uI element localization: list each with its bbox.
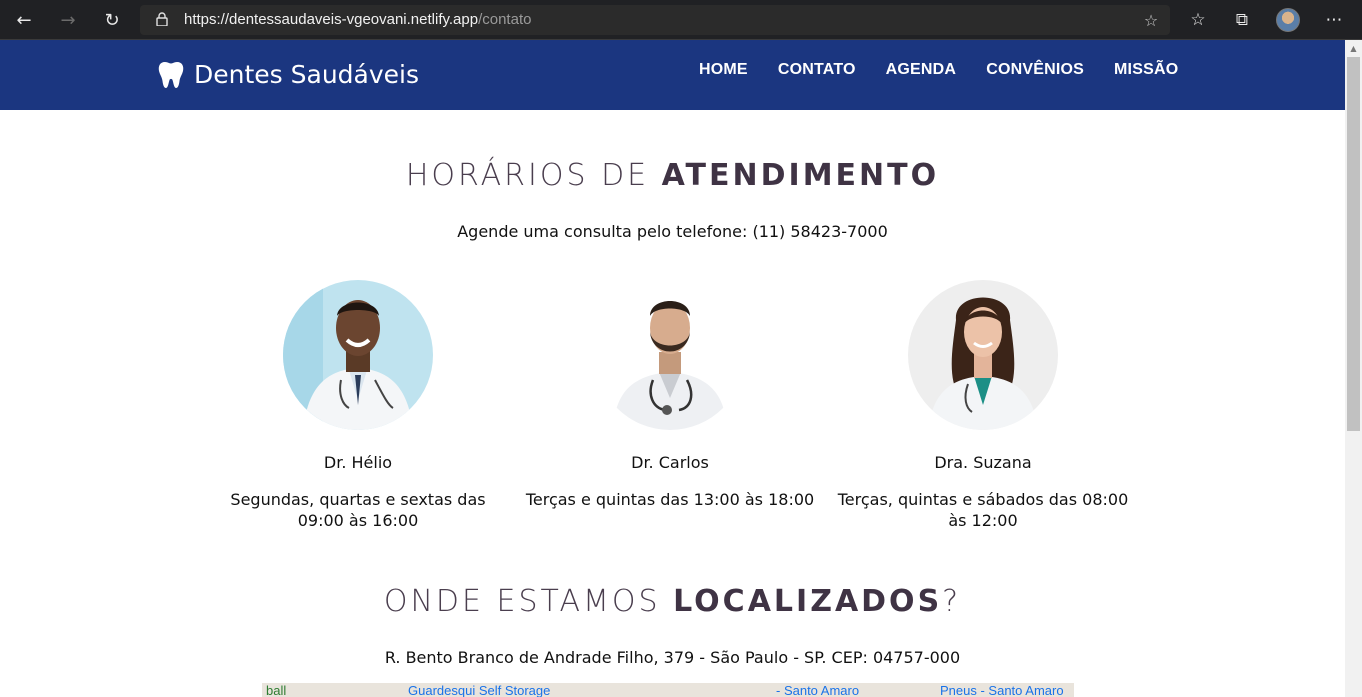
map-label: Guardesqui Self Storage	[408, 683, 551, 697]
site-header: Dentes Saudáveis HOME CONTATO AGENDA CON…	[0, 40, 1345, 110]
profile-avatar[interactable]	[1276, 8, 1300, 32]
location-title: ONDE ESTAMOS LOCALIZADOS?	[383, 584, 962, 619]
favorites-icon[interactable]: ☆	[1186, 8, 1210, 32]
web-page: Dentes Saudáveis HOME CONTATO AGENDA CON…	[0, 40, 1345, 697]
phone-text: Agende uma consulta pelo telefone: (11) …	[457, 222, 888, 241]
doctor-hours: Terças, quintas e sábados das 08:00 às 1…	[837, 490, 1129, 530]
doctor-card-carlos: Dr. Carlos Terças e quintas das 13:00 às…	[520, 280, 820, 510]
forward-icon[interactable]: →	[56, 8, 80, 32]
collections-icon[interactable]: ⧉	[1230, 8, 1254, 32]
doctor-card-helio: Dr. Hélio Segundas, quartas e sextas das…	[208, 280, 508, 531]
map-label: ball	[266, 683, 287, 697]
doctor-name: Dra. Suzana	[934, 453, 1032, 472]
doctor-photo-suzana	[908, 280, 1058, 430]
scroll-up-arrow-icon[interactable]: ▲	[1345, 40, 1362, 57]
more-options-icon[interactable]: ⋯	[1322, 8, 1346, 32]
doctor-name: Dr. Carlos	[631, 453, 709, 472]
schedule-title: HORÁRIOS DE ATENDIMENTO	[405, 158, 940, 193]
brand-logo[interactable]: Dentes Saudáveis	[158, 60, 419, 89]
browser-toolbar: ← → ↻ https://dentessaudaveis-vgeovani.n…	[0, 0, 1362, 40]
lock-icon	[156, 12, 168, 26]
url-text: https://dentessaudaveis-vgeovani.netlify…	[184, 11, 532, 28]
add-favorite-icon[interactable]: ☆	[1142, 11, 1160, 30]
refresh-icon[interactable]: ↻	[100, 8, 124, 32]
brand-name: Dentes Saudáveis	[194, 60, 419, 89]
doctor-hours: Terças e quintas das 13:00 às 18:00	[525, 490, 815, 509]
menu-agenda[interactable]: AGENDA	[886, 61, 957, 79]
address-text: R. Bento Branco de Andrade Filho, 379 - …	[384, 648, 961, 667]
scroll-thumb[interactable]	[1347, 57, 1360, 431]
back-icon[interactable]: ←	[12, 8, 36, 32]
menu-convenios[interactable]: CONVÊNIOS	[986, 61, 1084, 79]
map-label: - Santo Amaro	[776, 683, 860, 697]
map-label: Pneus - Santo Amaro	[940, 683, 1064, 697]
tooth-icon	[158, 61, 184, 88]
menu-contato[interactable]: CONTATO	[778, 61, 856, 79]
doctor-photo-carlos	[595, 280, 745, 430]
location-map[interactable]: ball Guardesqui Self Storage - Santo Ama…	[262, 683, 1074, 697]
menu-missao[interactable]: MISSÃO	[1114, 61, 1178, 79]
doctor-photo-helio	[283, 280, 433, 430]
page-scrollbar[interactable]: ▲	[1345, 40, 1362, 697]
doctor-card-suzana: Dra. Suzana Terças, quintas e sábados da…	[833, 280, 1133, 531]
address-bar[interactable]: https://dentessaudaveis-vgeovani.netlify…	[140, 5, 1170, 35]
doctor-hours: Segundas, quartas e sextas das 09:00 às …	[230, 490, 486, 530]
menu-home[interactable]: HOME	[699, 61, 748, 79]
doctor-name: Dr. Hélio	[323, 453, 393, 472]
main-menu: HOME CONTATO AGENDA CONVÊNIOS MISSÃO	[699, 61, 1208, 79]
